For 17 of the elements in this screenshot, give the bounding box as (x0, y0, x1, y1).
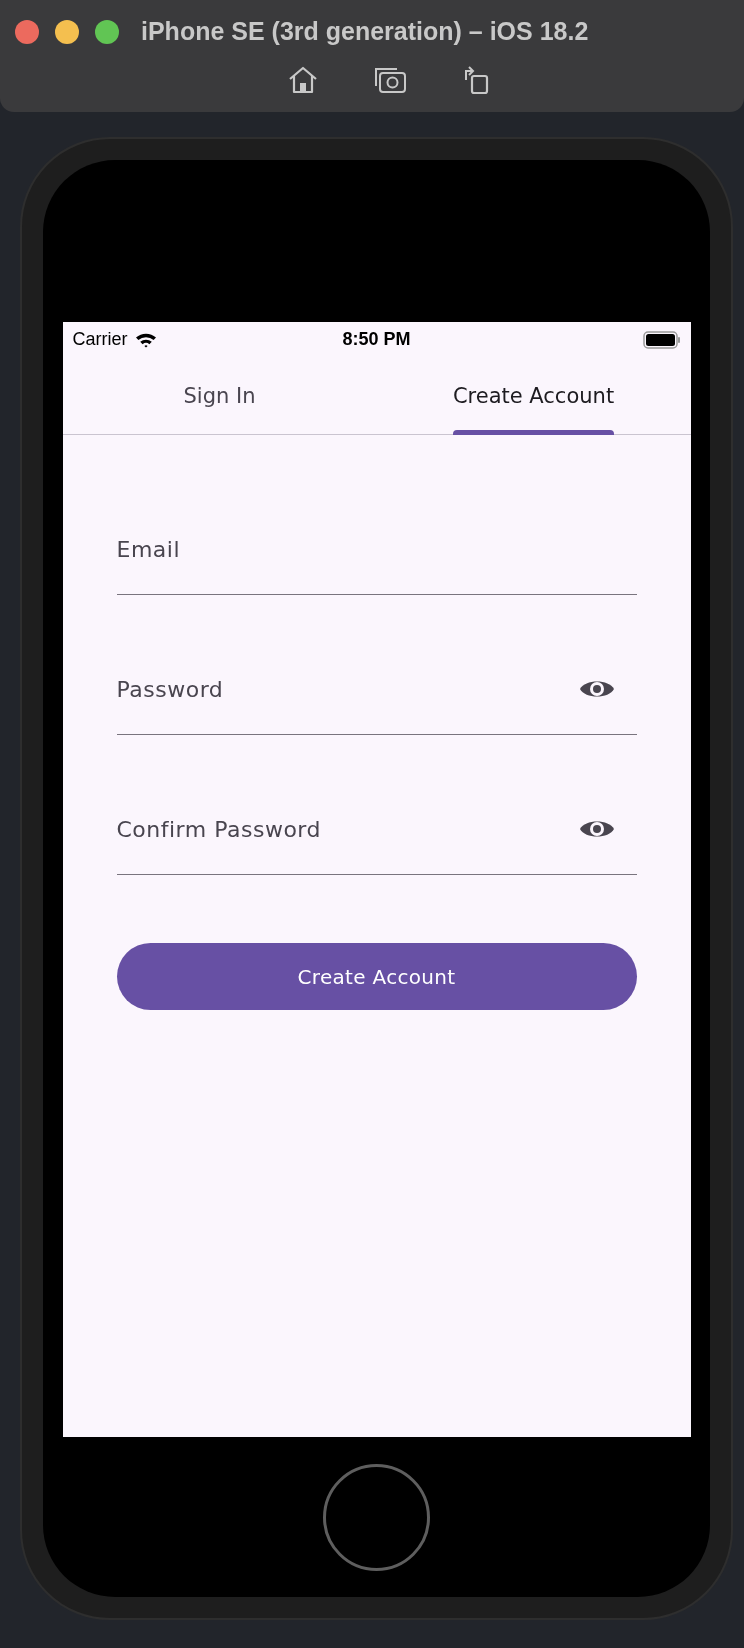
screenshot-camera-icon[interactable] (373, 65, 407, 95)
input-field[interactable]: Email (116, 534, 637, 564)
input-field[interactable]: Confirm Password (116, 814, 579, 844)
home-button[interactable] (323, 1463, 430, 1571)
input-field[interactable]: Password (116, 674, 579, 704)
tab[interactable]: Create Account (452, 357, 615, 434)
home-icon[interactable] (287, 65, 319, 95)
close-button[interactable] (15, 19, 39, 44)
carrier-label: Carrier (72, 329, 128, 350)
zoom-button[interactable] (95, 19, 119, 44)
tab[interactable]: Sign In (183, 357, 256, 434)
window-title: iPhone SE (3rd generation) – iOS 18.2 (141, 17, 589, 46)
status-time: 8:50 PM (342, 329, 411, 350)
create-account-button[interactable]: Create Account (116, 943, 637, 1010)
wifi-icon (134, 331, 157, 348)
battery-icon (642, 330, 681, 349)
minimize-button[interactable] (55, 19, 79, 44)
